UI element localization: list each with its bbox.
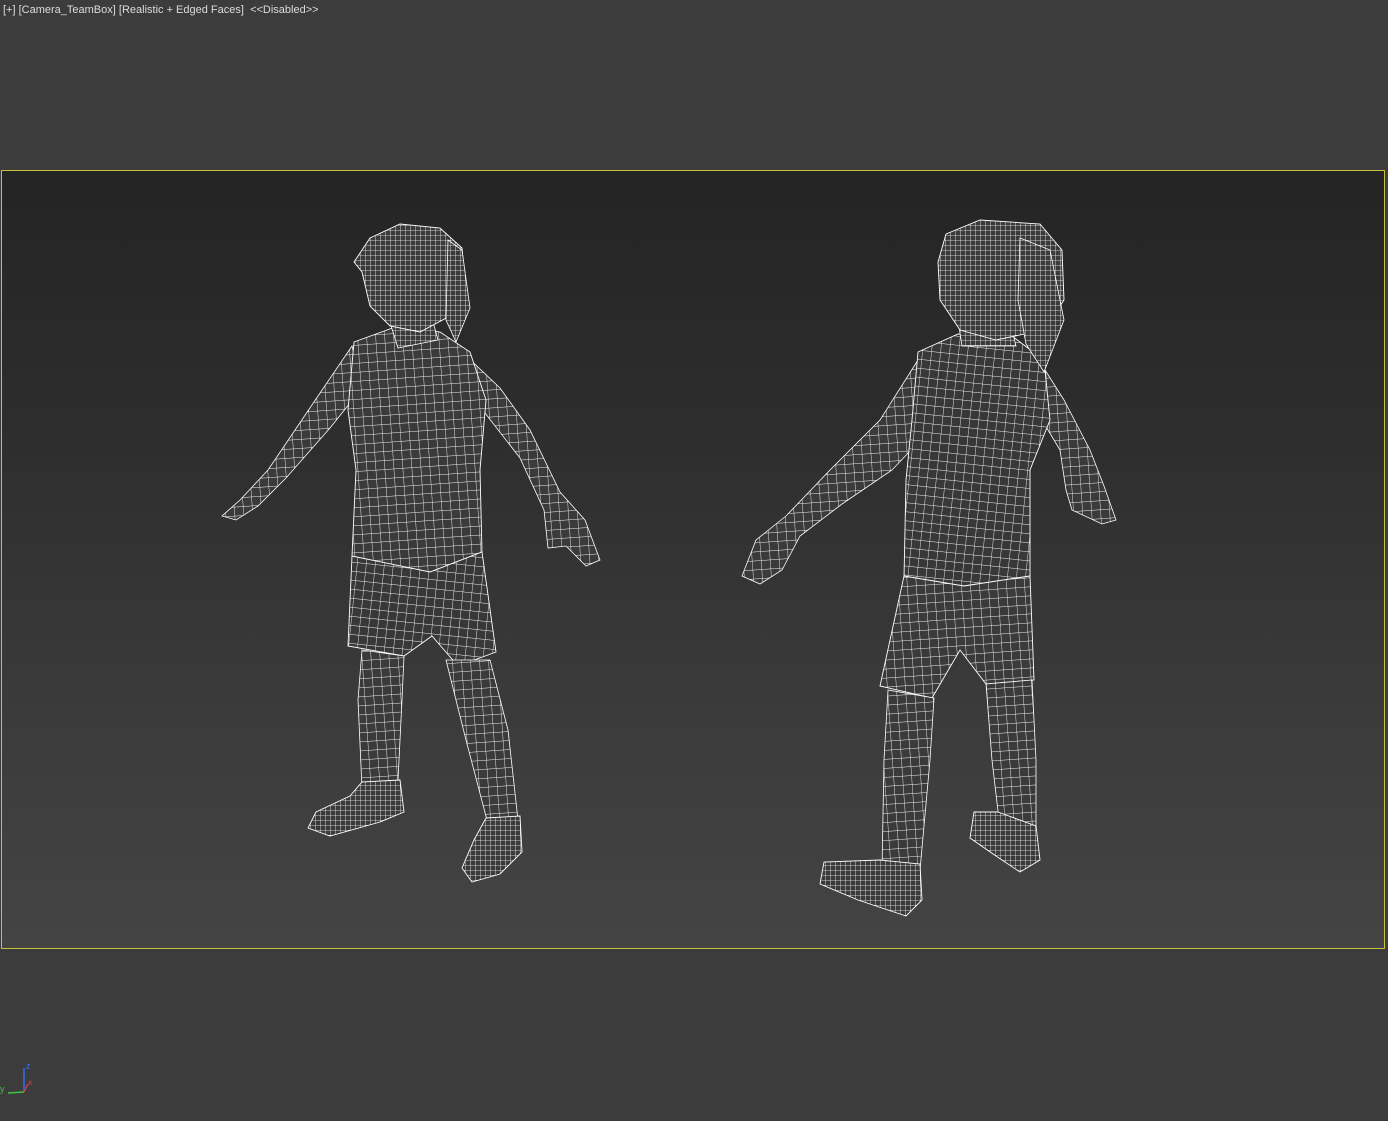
axis-gizmo: z y x bbox=[0, 1061, 32, 1094]
x-axis-label: x bbox=[28, 1078, 32, 1087]
y-axis-label: y bbox=[0, 1084, 5, 1094]
soccer-girl-back-view[interactable] bbox=[741, 219, 1117, 917]
z-axis-label: z bbox=[26, 1061, 31, 1071]
soccer-girl-front-view[interactable] bbox=[221, 223, 601, 883]
y-axis-line bbox=[7, 1091, 25, 1094]
viewport-scene[interactable] bbox=[0, 0, 1388, 1121]
